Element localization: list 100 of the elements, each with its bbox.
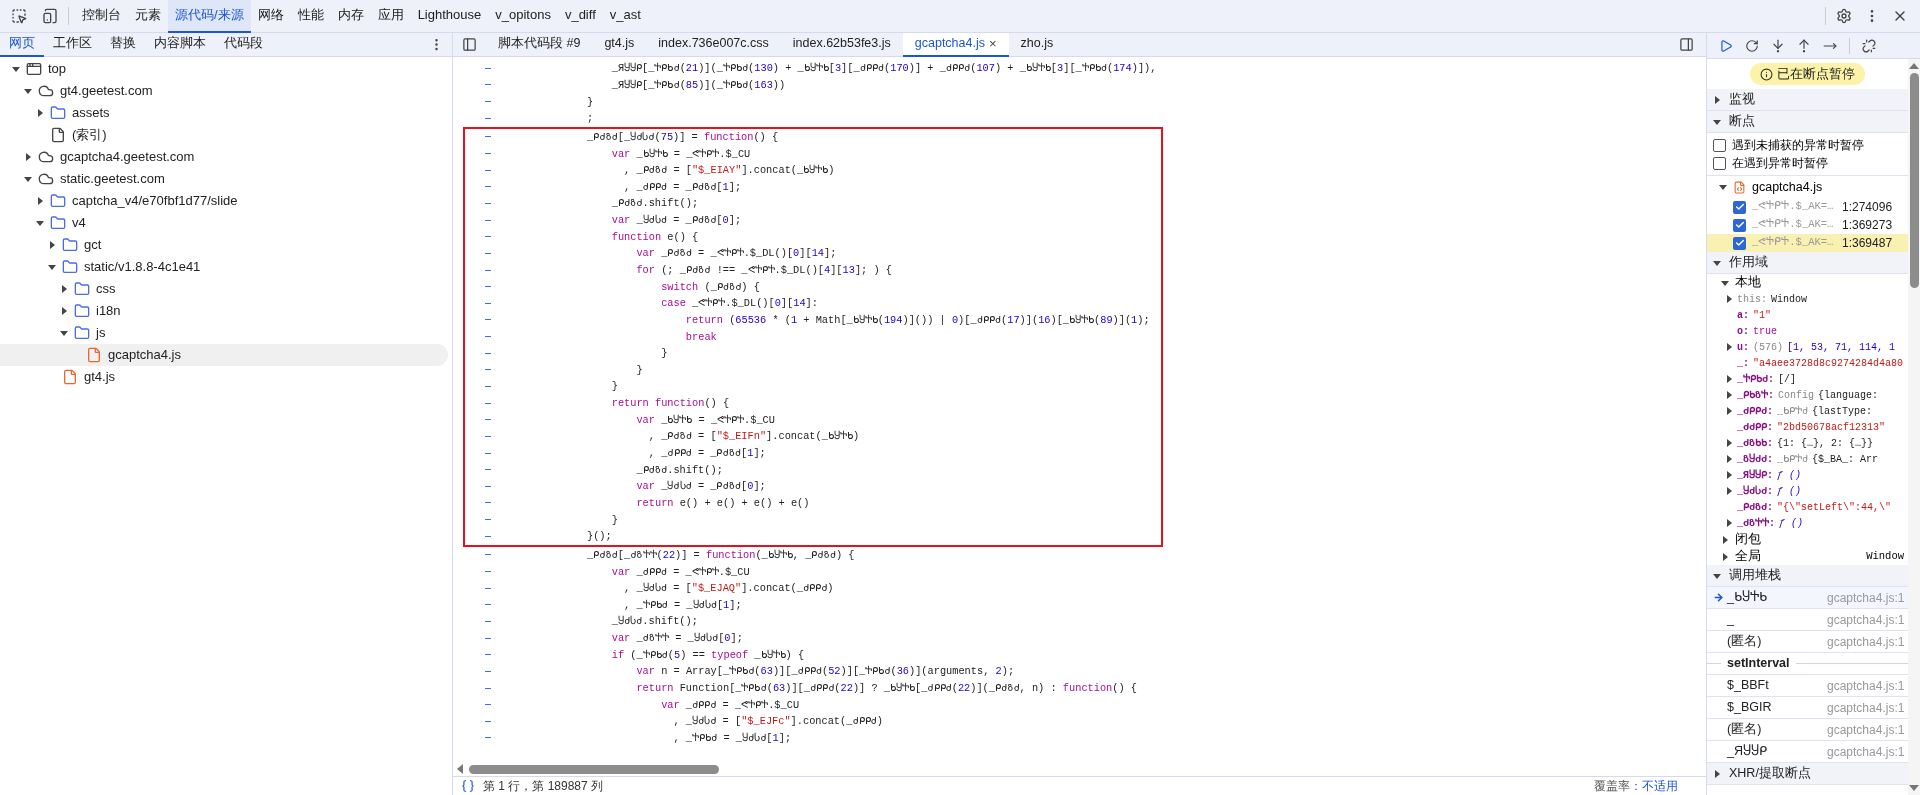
- section-header[interactable]: 调用堆栈: [1707, 565, 1908, 587]
- file-tab[interactable]: 脚本代码段 #9: [486, 32, 593, 57]
- variable-name[interactable]: _ძზᑲᑲ:: [1725, 435, 1774, 451]
- navigator-tab[interactable]: 替换: [101, 32, 145, 57]
- checkbox[interactable]: [1733, 218, 1746, 232]
- variable-name[interactable]: _:: [1725, 355, 1749, 371]
- gutter-marker[interactable]: [485, 419, 491, 421]
- gutter-marker[interactable]: [485, 637, 491, 639]
- breakpoint-row[interactable]: _ᕙႵᑭႵ.$_AK=… 1:274096: [1707, 198, 1908, 216]
- call-frame[interactable]: _ᑲႸႵᑲ gcaptcha4.js:1: [1707, 587, 1908, 609]
- variable-name[interactable]: _ძზႵႵ:: [1725, 515, 1776, 531]
- inspect-icon[interactable]: [11, 8, 27, 24]
- expand-arrow-icon[interactable]: [1713, 95, 1721, 104]
- navigator-tab[interactable]: 内容脚本: [145, 32, 215, 57]
- gutter-marker[interactable]: [485, 219, 491, 221]
- file-tab[interactable]: index.736e007c.css: [646, 32, 781, 57]
- horizontal-scrollbar[interactable]: [469, 764, 719, 774]
- variable-name[interactable]: u:: [1725, 339, 1749, 355]
- breakpoint-file[interactable]: gcaptcha4.js: [1707, 176, 1908, 198]
- variable-name[interactable]: _ძᑭᑭძ:: [1725, 403, 1774, 419]
- navigator-tab[interactable]: 网页: [0, 32, 44, 57]
- section-header[interactable]: XHR/提取断点: [1707, 763, 1908, 785]
- checkbox-label[interactable]: 遇到未捕获的异常时暂停: [1732, 136, 1864, 154]
- panel-tab[interactable]: 网络: [250, 0, 291, 33]
- device-icon[interactable]: [42, 8, 58, 24]
- panel-tab[interactable]: v_opitons: [488, 0, 558, 33]
- breakpoint-row[interactable]: _ᕙႵᑭႵ.$_AK=… 1:369273: [1707, 216, 1908, 234]
- gutter-marker[interactable]: [485, 452, 491, 454]
- variable-name[interactable]: a:: [1725, 307, 1749, 323]
- tab-close-button[interactable]: ×: [988, 33, 997, 54]
- vertical-scrollbar[interactable]: [1909, 73, 1919, 288]
- gutter-marker[interactable]: [485, 67, 491, 69]
- gutter-marker[interactable]: [485, 169, 491, 171]
- gutter-marker[interactable]: [485, 319, 491, 321]
- expand-arrow-icon[interactable]: [1713, 571, 1721, 580]
- expand-arrow-icon[interactable]: [36, 219, 44, 227]
- panel-tab[interactable]: 应用: [370, 0, 411, 33]
- variable-name[interactable]: _ႸძႱძ:: [1725, 483, 1774, 499]
- file-tab[interactable]: zho.js: [1008, 32, 1066, 57]
- step-out-icon[interactable]: [1797, 38, 1811, 53]
- file-tab[interactable]: gcaptcha4.js ×: [902, 32, 1009, 57]
- scope-group[interactable]: 本地: [1707, 274, 1908, 291]
- expand-arrow-icon[interactable]: [1719, 183, 1727, 191]
- expand-arrow-icon[interactable]: [48, 241, 56, 249]
- breakpoint-row[interactable]: _ᕙႵᑭႵ.$_AK=… 1:369487: [1707, 234, 1908, 252]
- panel-tab[interactable]: 控制台: [75, 0, 128, 33]
- variable-name[interactable]: _ზႸძძ:: [1725, 451, 1774, 467]
- step-over-icon[interactable]: [1745, 38, 1759, 53]
- gutter-marker[interactable]: [485, 236, 491, 238]
- variable-name[interactable]: _ᑭძზძ:: [1725, 499, 1774, 515]
- gutter-marker[interactable]: [485, 571, 491, 573]
- gutter-marker[interactable]: [485, 435, 491, 437]
- tree-item[interactable]: gcaptcha4.js: [0, 344, 448, 366]
- gutter-marker[interactable]: [485, 269, 491, 271]
- sidebar-toggle-icon[interactable]: [462, 37, 477, 52]
- gutter-marker[interactable]: [485, 535, 491, 537]
- file-tab[interactable]: index.62b53fe3.js: [780, 32, 903, 57]
- variable-name[interactable]: _ძძᑭᑭ:: [1725, 419, 1774, 435]
- panel-tab[interactable]: v_diff: [557, 0, 603, 33]
- variable-name[interactable]: this:: [1725, 291, 1767, 307]
- tree-item[interactable]: i18n: [0, 300, 448, 322]
- expand-arrow-icon[interactable]: [24, 87, 32, 95]
- expand-arrow-icon[interactable]: [48, 263, 56, 271]
- navigator-tab[interactable]: 代码段: [215, 32, 272, 57]
- navigator-tab[interactable]: 工作区: [44, 32, 101, 57]
- tree-item[interactable]: js: [0, 322, 448, 344]
- gutter-marker[interactable]: [485, 352, 491, 354]
- panel-tab[interactable]: 内存: [330, 0, 371, 33]
- gutter-marker[interactable]: [485, 202, 491, 204]
- scroll-left-icon[interactable]: [457, 764, 463, 774]
- expand-arrow-icon[interactable]: [24, 153, 32, 161]
- gutter-marker[interactable]: [485, 402, 491, 404]
- panel-tab[interactable]: 性能: [290, 0, 331, 33]
- gutter-marker[interactable]: [485, 84, 491, 86]
- gutter-marker[interactable]: [485, 502, 491, 504]
- gutter-marker[interactable]: [485, 620, 491, 622]
- tree-item[interactable]: gt4.geetest.com: [0, 80, 448, 102]
- resume-icon[interactable]: [1719, 38, 1733, 53]
- gutter-marker[interactable]: [485, 153, 491, 154]
- section-header[interactable]: 监视: [1707, 89, 1908, 111]
- tree-item[interactable]: gcaptcha4.geetest.com: [0, 146, 448, 168]
- pretty-print-icon[interactable]: [461, 779, 475, 793]
- gutter-marker[interactable]: [485, 386, 491, 387]
- variable-name[interactable]: o:: [1725, 323, 1749, 339]
- settings-icon[interactable]: [1836, 8, 1852, 24]
- gutter-marker[interactable]: [485, 336, 491, 338]
- tree-item[interactable]: static.geetest.com: [0, 168, 448, 190]
- gutter-marker[interactable]: [485, 587, 491, 589]
- expand-arrow-icon[interactable]: [36, 109, 44, 117]
- variable-name[interactable]: _Ⴕᑭᑲძ:: [1725, 371, 1775, 387]
- checkbox[interactable]: [1733, 200, 1746, 214]
- gutter-marker[interactable]: [485, 117, 491, 119]
- tree-item[interactable]: gt4.js: [0, 366, 448, 388]
- expand-arrow-icon[interactable]: [12, 65, 20, 73]
- gutter-marker[interactable]: [485, 554, 491, 556]
- sidebar-toggle-icon[interactable]: [1679, 37, 1694, 52]
- gutter-marker[interactable]: [485, 737, 491, 739]
- expand-arrow-icon[interactable]: [1713, 117, 1721, 126]
- expand-arrow-icon[interactable]: [1713, 769, 1721, 778]
- gutter-marker[interactable]: [485, 101, 491, 103]
